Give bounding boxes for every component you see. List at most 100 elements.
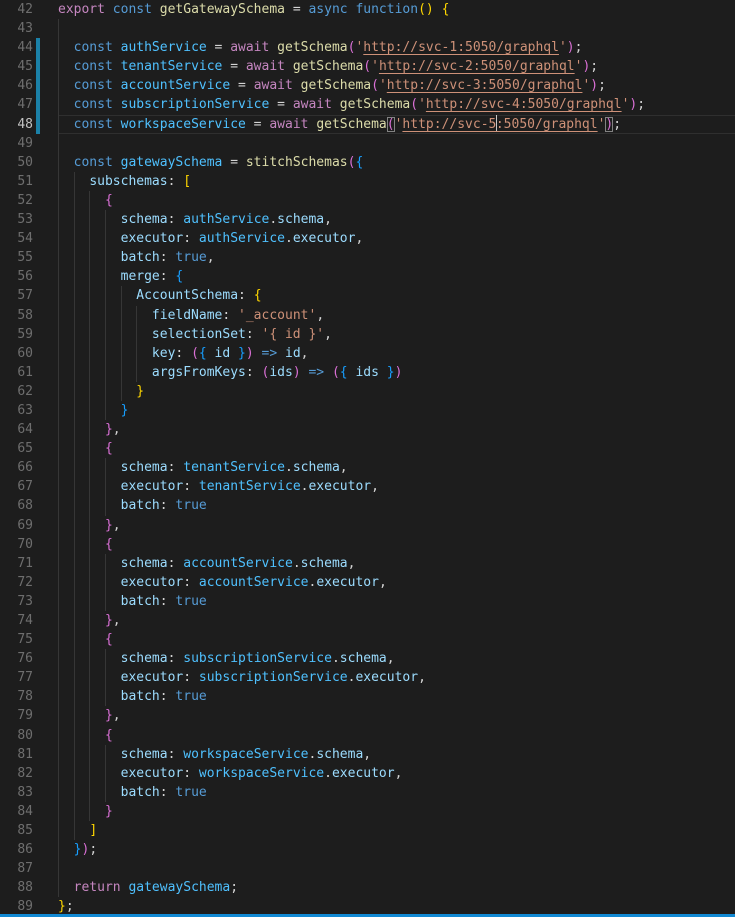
code-token[interactable]: } (136, 384, 144, 399)
line-number[interactable]: 67 (0, 477, 33, 496)
code-token[interactable]: workspaceService (199, 766, 324, 781)
code-token[interactable]: batch (121, 250, 160, 265)
code-token[interactable] (58, 518, 105, 533)
code-token[interactable]: : (183, 670, 199, 685)
code-token[interactable]: , (316, 308, 324, 323)
code-token[interactable] (58, 59, 74, 74)
code-token[interactable]: ( (387, 117, 395, 132)
code-token[interactable]: , (113, 708, 121, 723)
code-token[interactable]: executor (121, 670, 184, 685)
line-number[interactable]: 69 (0, 516, 33, 535)
line-number[interactable]: 64 (0, 420, 33, 439)
code-text[interactable]: }, (58, 420, 735, 439)
code-text[interactable]: executor: authService.executor, (58, 229, 735, 248)
code-line[interactable]: 42export const getGatewaySchema = async … (0, 0, 735, 19)
code-token[interactable]: ; (89, 842, 97, 857)
line-number[interactable]: 73 (0, 592, 33, 611)
code-line[interactable]: 45 const tenantService = await getSchema… (0, 57, 735, 76)
line-number[interactable]: 74 (0, 611, 33, 630)
line-number[interactable]: 49 (0, 134, 33, 153)
line-number[interactable]: 80 (0, 726, 33, 745)
line-number[interactable]: 46 (0, 76, 33, 95)
code-text[interactable]: } (58, 401, 735, 420)
code-text[interactable]: schema: subscriptionService.schema, (58, 649, 735, 668)
line-number[interactable]: 82 (0, 764, 33, 783)
code-token[interactable]: { (105, 537, 113, 552)
code-token[interactable]: getGatewaySchema (160, 2, 285, 17)
code-token[interactable]: authService (199, 231, 285, 246)
code-line[interactable]: 46 const accountService = await getSchem… (0, 76, 735, 95)
code-token[interactable]: schema (121, 747, 168, 762)
code-token[interactable]: id (215, 346, 231, 361)
code-token[interactable] (230, 346, 238, 361)
line-number[interactable]: 57 (0, 286, 33, 305)
code-token[interactable]: const (74, 155, 113, 170)
code-text[interactable]: { (58, 630, 735, 649)
code-token[interactable]: , (113, 422, 121, 437)
code-token[interactable]: executor (121, 575, 184, 590)
code-token[interactable]: export (58, 2, 105, 17)
code-token[interactable] (113, 97, 121, 112)
code-token[interactable]: true (175, 785, 206, 800)
code-line[interactable]: 67 executor: tenantService.executor, (0, 477, 735, 496)
code-token[interactable]: : (183, 231, 199, 246)
code-token[interactable]: , (113, 518, 121, 533)
code-token[interactable]: const (74, 40, 113, 55)
code-text[interactable]: subschemas: [ (58, 172, 735, 191)
code-token[interactable]: ; (613, 117, 621, 132)
line-number[interactable]: 71 (0, 554, 33, 573)
code-token[interactable]: true (175, 498, 206, 513)
code-token[interactable]: getSchema (293, 59, 363, 74)
code-token[interactable]: ( (332, 365, 340, 380)
code-token[interactable]: ) (567, 40, 575, 55)
code-token[interactable]: const (74, 97, 113, 112)
code-token[interactable]: = (246, 117, 269, 132)
code-token[interactable]: tenantService (183, 460, 285, 475)
line-number[interactable]: 43 (0, 19, 33, 38)
code-line[interactable]: 50 const gatewaySchema = stitchSchemas({ (0, 153, 735, 172)
code-text[interactable]: executor: subscriptionService.executor, (58, 668, 735, 687)
code-token[interactable]: AccountSchema (136, 288, 238, 303)
code-token[interactable]: = (207, 40, 230, 55)
code-token[interactable] (277, 346, 285, 361)
code-token[interactable]: subschemas (89, 174, 167, 189)
code-token[interactable]: , (340, 460, 348, 475)
code-token[interactable]: selectionSet (152, 327, 246, 342)
code-line[interactable]: 82 executor: workspaceService.executor, (0, 764, 735, 783)
code-token[interactable]: ' (559, 40, 567, 55)
code-line[interactable]: 52 { (0, 191, 735, 210)
code-token[interactable]: argsFromKeys (152, 365, 246, 380)
code-token[interactable]: schema (340, 651, 387, 666)
code-token[interactable] (58, 632, 105, 647)
code-token[interactable] (379, 365, 387, 380)
code-token[interactable]: ids (355, 365, 378, 380)
code-token[interactable]: const (74, 59, 113, 74)
code-line[interactable]: 81 schema: workspaceService.schema, (0, 745, 735, 764)
code-token[interactable] (58, 441, 105, 456)
line-number[interactable]: 88 (0, 878, 33, 897)
line-number[interactable]: 61 (0, 363, 33, 382)
code-line[interactable]: 57 AccountSchema: { (0, 286, 735, 305)
code-token[interactable] (434, 2, 442, 17)
code-token[interactable]: schema (316, 747, 363, 762)
code-token[interactable]: schema (121, 651, 168, 666)
code-token[interactable]: http://svc-3:5050/graphql (387, 78, 583, 93)
code-text[interactable]: executor: tenantService.executor, (58, 477, 735, 496)
code-token[interactable] (58, 384, 136, 399)
code-token[interactable]: . (269, 212, 277, 227)
code-token[interactable]: ( (191, 346, 199, 361)
line-number[interactable]: 78 (0, 687, 33, 706)
code-token[interactable]: id (285, 346, 301, 361)
line-number[interactable]: 55 (0, 248, 33, 267)
code-token[interactable]: await (246, 59, 285, 74)
code-token[interactable]: ; (575, 40, 583, 55)
code-token[interactable]: workspaceService (183, 747, 308, 762)
code-token[interactable]: } (105, 708, 113, 723)
code-token[interactable]: . (332, 651, 340, 666)
code-text[interactable]: } (58, 382, 735, 401)
code-token[interactable]: batch (121, 594, 160, 609)
code-token[interactable]: : (160, 498, 176, 513)
code-token[interactable]: : (160, 785, 176, 800)
code-line[interactable]: 61 argsFromKeys: (ids) => ({ ids }) (0, 363, 735, 382)
code-token[interactable] (113, 155, 121, 170)
